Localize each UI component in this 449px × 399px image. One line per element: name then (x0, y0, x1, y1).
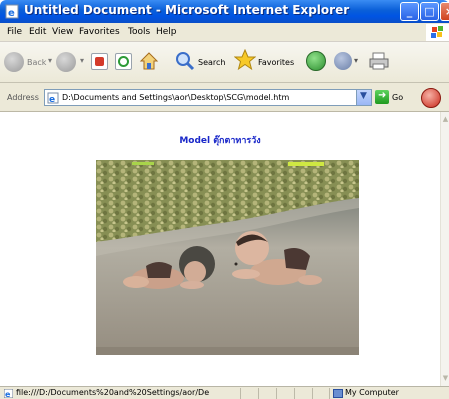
refresh-button[interactable] (115, 53, 132, 70)
search-label: Search (198, 58, 226, 67)
favorites-star-icon (233, 48, 257, 71)
address-label: Address (7, 93, 39, 102)
page-heading: Model ตุ๊กตาทารวัง (179, 136, 261, 146)
svg-text:e: e (49, 95, 55, 104)
refresh-icon (118, 56, 129, 67)
maximize-button[interactable]: □ (420, 2, 439, 21)
menu-favorites[interactable]: Favorites (79, 27, 120, 37)
minimize-button[interactable]: _ (400, 2, 419, 21)
favorites-label: Favorites (258, 58, 295, 67)
close-button[interactable]: × (440, 2, 449, 21)
back-button[interactable]: Back ▾ (4, 51, 54, 73)
acrobat-icon[interactable] (421, 88, 441, 108)
ie-document-icon: e (5, 4, 19, 19)
computer-icon (333, 389, 343, 398)
go-arrow-icon: ➜ (378, 90, 387, 101)
vertical-scrollbar[interactable]: ▲ ▼ (440, 112, 449, 386)
mail-icon (334, 52, 352, 70)
go-button[interactable]: ➜ (375, 90, 389, 104)
svg-text:e: e (8, 8, 15, 19)
address-bar: Address e D:\Documents and Settings\aor\… (0, 83, 449, 112)
chevron-down-icon: ▼ (360, 91, 367, 101)
home-button[interactable] (139, 51, 159, 71)
menu-file[interactable]: File (7, 27, 22, 37)
stop-button[interactable] (91, 53, 108, 70)
home-icon (139, 52, 159, 70)
windows-logo-icon (426, 24, 449, 41)
zone-label: My Computer (345, 388, 399, 397)
menu-bar: File Edit View Favorites Tools Help (0, 23, 449, 42)
window-title: Untitled Document - Microsoft Internet E… (24, 3, 350, 17)
print-button[interactable] (368, 51, 390, 71)
menu-tools[interactable]: Tools (128, 27, 150, 37)
go-label[interactable]: Go (392, 93, 403, 102)
back-arrow-icon (4, 52, 24, 72)
page-loaded-icon: e (4, 389, 13, 398)
page-viewport: Model ตุ๊กตาทารวัง (0, 112, 440, 386)
history-icon (306, 51, 326, 71)
menu-view[interactable]: View (52, 27, 73, 37)
svg-text:e: e (5, 390, 11, 398)
menu-help[interactable]: Help (156, 27, 177, 37)
title-bar[interactable]: e Untitled Document - Microsoft Internet… (0, 0, 449, 23)
back-label: Back (27, 58, 47, 67)
stop-icon (95, 57, 104, 66)
model-photo (96, 160, 359, 355)
search-icon (176, 52, 195, 71)
favorites-button[interactable]: Favorites (233, 48, 298, 71)
status-bar: e file:///D:/Documents%20and%20Settings/… (0, 386, 449, 399)
menu-edit[interactable]: Edit (29, 27, 46, 37)
forward-button[interactable] (56, 52, 76, 72)
scroll-up-icon[interactable]: ▲ (441, 115, 449, 124)
address-dropdown-button[interactable]: ▼ (356, 90, 371, 105)
search-button[interactable]: Search (174, 50, 226, 72)
address-input[interactable]: e D:\Documents and Settings\aor\Desktop\… (44, 89, 372, 106)
history-button[interactable] (306, 51, 326, 71)
mail-button[interactable]: ▾ (334, 51, 362, 71)
status-text: file:///D:/Documents%20and%20Settings/ao… (16, 388, 210, 397)
standard-toolbar: Back ▾ ▾ Search Favorites ▾ (0, 42, 449, 83)
print-icon (369, 52, 389, 70)
address-url: D:\Documents and Settings\aor\Desktop\SC… (62, 93, 290, 102)
page-icon: e (47, 92, 59, 104)
scroll-down-icon[interactable]: ▼ (441, 374, 449, 383)
